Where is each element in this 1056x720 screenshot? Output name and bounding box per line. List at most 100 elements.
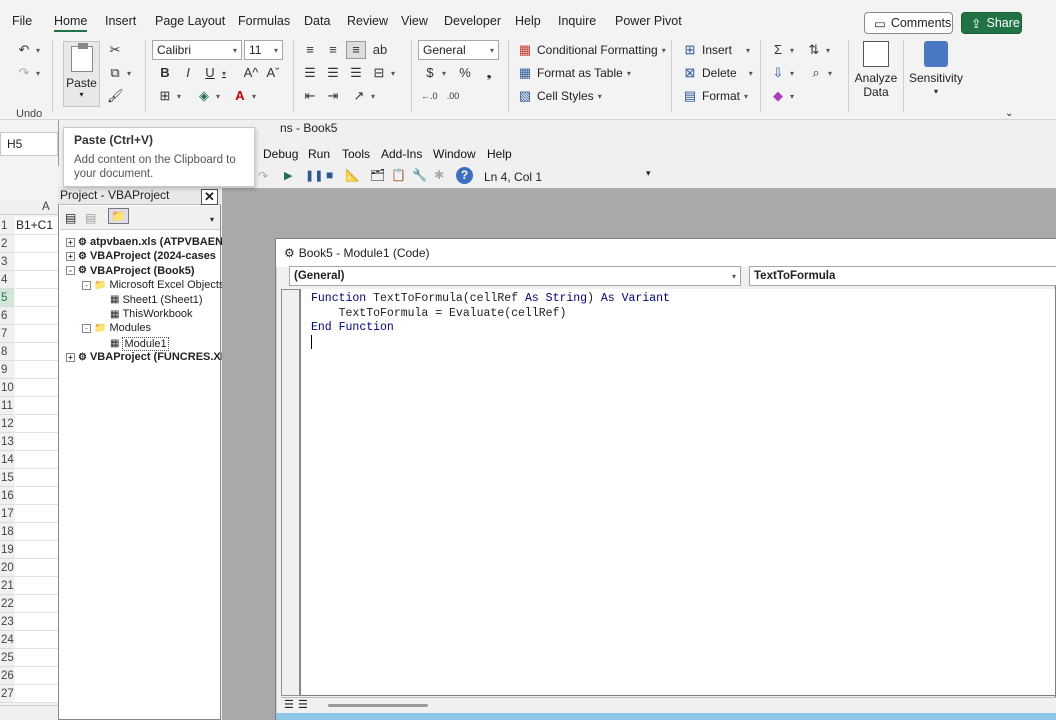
row-header[interactable]: 14: [0, 451, 14, 469]
row-header[interactable]: 25: [0, 649, 14, 667]
align-left-button[interactable]: ☰: [302, 66, 318, 80]
row-header[interactable]: 20: [0, 559, 14, 577]
row-header[interactable]: 23: [0, 613, 14, 631]
tab-data[interactable]: Data: [304, 14, 330, 28]
row-header[interactable]: 6: [0, 307, 14, 325]
row-header[interactable]: 5: [0, 289, 14, 307]
orientation-button[interactable]: ↗ ▾: [351, 89, 375, 103]
sensitivity-button[interactable]: Sensitivity ▾: [908, 41, 964, 99]
insert-cells-button[interactable]: ⊞ Insert ▾: [682, 43, 750, 58]
toolbox-icon[interactable]: ✱: [434, 168, 444, 182]
row-header[interactable]: 16: [0, 487, 14, 505]
row-header[interactable]: 4: [0, 271, 14, 289]
cell[interactable]: [15, 415, 59, 433]
cell[interactable]: [15, 361, 59, 379]
redo-icon[interactable]: ↷: [258, 169, 268, 183]
horizontal-scrollbar[interactable]: [0, 705, 58, 720]
cell[interactable]: [15, 289, 59, 307]
cell[interactable]: [15, 325, 59, 343]
tab-inquire[interactable]: Inquire: [558, 14, 596, 28]
delete-cells-button[interactable]: ⊠ Delete ▾: [682, 66, 753, 81]
full-module-view-icon[interactable]: ☰: [298, 698, 308, 711]
copy-button[interactable]: ⧉ ▾: [107, 66, 131, 80]
bottom-align-button[interactable]: ≡: [346, 41, 366, 59]
tree-item[interactable]: - ⚙ VBAProject (Book5): [66, 265, 195, 277]
cell[interactable]: [15, 271, 59, 289]
expand-icon[interactable]: -: [82, 323, 91, 333]
cell[interactable]: [15, 631, 59, 649]
borders-button[interactable]: ⊞ ▾: [157, 89, 181, 103]
analyze-data-button[interactable]: Analyze Data: [853, 41, 899, 99]
row-header[interactable]: 19: [0, 541, 14, 559]
undo-button[interactable]: ↶ ▾: [16, 43, 40, 57]
expand-icon[interactable]: +: [66, 352, 75, 362]
bold-button[interactable]: B: [157, 66, 173, 80]
redo-button[interactable]: ↷ ▾: [16, 66, 40, 80]
cell[interactable]: [15, 307, 59, 325]
underline-button[interactable]: U ▾: [202, 66, 226, 80]
cell[interactable]: [15, 577, 59, 595]
shrink-font-button[interactable]: Aˇ: [265, 66, 281, 80]
menu-debug[interactable]: Debug: [263, 147, 298, 161]
wrap-text-button[interactable]: ab: [372, 43, 388, 57]
number-format-select[interactable]: General ▾: [418, 40, 499, 60]
decrease-indent-button[interactable]: ⇤: [302, 89, 318, 103]
tree-item[interactable]: ▦ Module1: [98, 336, 169, 351]
cut-button[interactable]: ✂: [107, 43, 123, 57]
tab-insert[interactable]: Insert: [105, 14, 136, 28]
row-header[interactable]: 18: [0, 523, 14, 541]
row-header[interactable]: 26: [0, 667, 14, 685]
run-icon[interactable]: ▶: [284, 169, 292, 182]
format-cells-button[interactable]: ▤ Format ▾: [682, 89, 748, 104]
autosum-button[interactable]: Σ ▾: [770, 43, 794, 57]
cell[interactable]: [15, 541, 59, 559]
toolbar-options-icon[interactable]: ▾: [646, 168, 651, 179]
ribbon-collapse-icon[interactable]: ⌄: [1005, 108, 1013, 119]
code-line[interactable]: Function TextToFormula(cellRef As String…: [311, 292, 670, 305]
row-header[interactable]: 12: [0, 415, 14, 433]
tab-home[interactable]: Home: [54, 14, 88, 32]
fill-color-button[interactable]: ◈ ▾: [196, 89, 220, 103]
find-select-button[interactable]: ⌕ ▾: [808, 66, 832, 80]
cell[interactable]: [15, 613, 59, 631]
percent-style-button[interactable]: %: [457, 66, 473, 80]
procedure-view-icon[interactable]: ☰: [284, 698, 294, 711]
tab-file[interactable]: File: [12, 14, 32, 28]
clear-button[interactable]: ◆ ▾: [770, 89, 794, 103]
tab-page-layout[interactable]: Page Layout: [155, 14, 225, 28]
cell[interactable]: [15, 505, 59, 523]
procedure-select[interactable]: TextToFormula: [749, 266, 1056, 286]
column-header-a[interactable]: A: [42, 201, 50, 213]
view-object-icon[interactable]: ▤: [85, 211, 96, 225]
row-header[interactable]: 2: [0, 235, 14, 253]
tab-review[interactable]: Review: [347, 14, 388, 28]
tab-developer[interactable]: Developer: [444, 14, 501, 28]
tree-item[interactable]: - 📁 Modules: [82, 322, 151, 334]
font-color-button[interactable]: A ▾: [232, 89, 256, 103]
tree-item[interactable]: ▦ Sheet1 (Sheet1): [98, 294, 203, 306]
grow-font-button[interactable]: A^: [243, 66, 259, 80]
decrease-decimal-button[interactable]: .00: [445, 89, 461, 103]
tab-power-pivot[interactable]: Power Pivot: [615, 14, 682, 28]
row-header[interactable]: 27: [0, 685, 14, 703]
cell-a1[interactable]: B1+C1: [16, 218, 53, 232]
cell[interactable]: [15, 343, 59, 361]
object-browser-icon[interactable]: 🔧: [412, 168, 427, 182]
align-right-button[interactable]: ☰: [348, 66, 364, 80]
row-header[interactable]: 10: [0, 379, 14, 397]
fill-button[interactable]: ⇩ ▾: [770, 66, 794, 80]
menu-window[interactable]: Window: [433, 147, 476, 161]
tree-item[interactable]: + ⚙ VBAProject (2024-cases: [66, 250, 216, 262]
row-header[interactable]: 17: [0, 505, 14, 523]
cell[interactable]: [15, 685, 59, 703]
expand-icon[interactable]: +: [66, 251, 75, 261]
pause-icon[interactable]: ❚❚: [305, 169, 323, 182]
format-painter-button[interactable]: 🖌: [107, 89, 124, 103]
row-header[interactable]: 21: [0, 577, 14, 595]
cell[interactable]: [15, 559, 59, 577]
menu-help[interactable]: Help: [487, 147, 512, 161]
row-header[interactable]: 1: [0, 217, 14, 235]
tree-item[interactable]: + ⚙ atpvbaen.xls (ATPVBAEN: [66, 236, 223, 248]
merge-center-button[interactable]: ⊟ ▾: [371, 66, 395, 80]
font-size-select[interactable]: 11 ▾: [244, 40, 283, 60]
